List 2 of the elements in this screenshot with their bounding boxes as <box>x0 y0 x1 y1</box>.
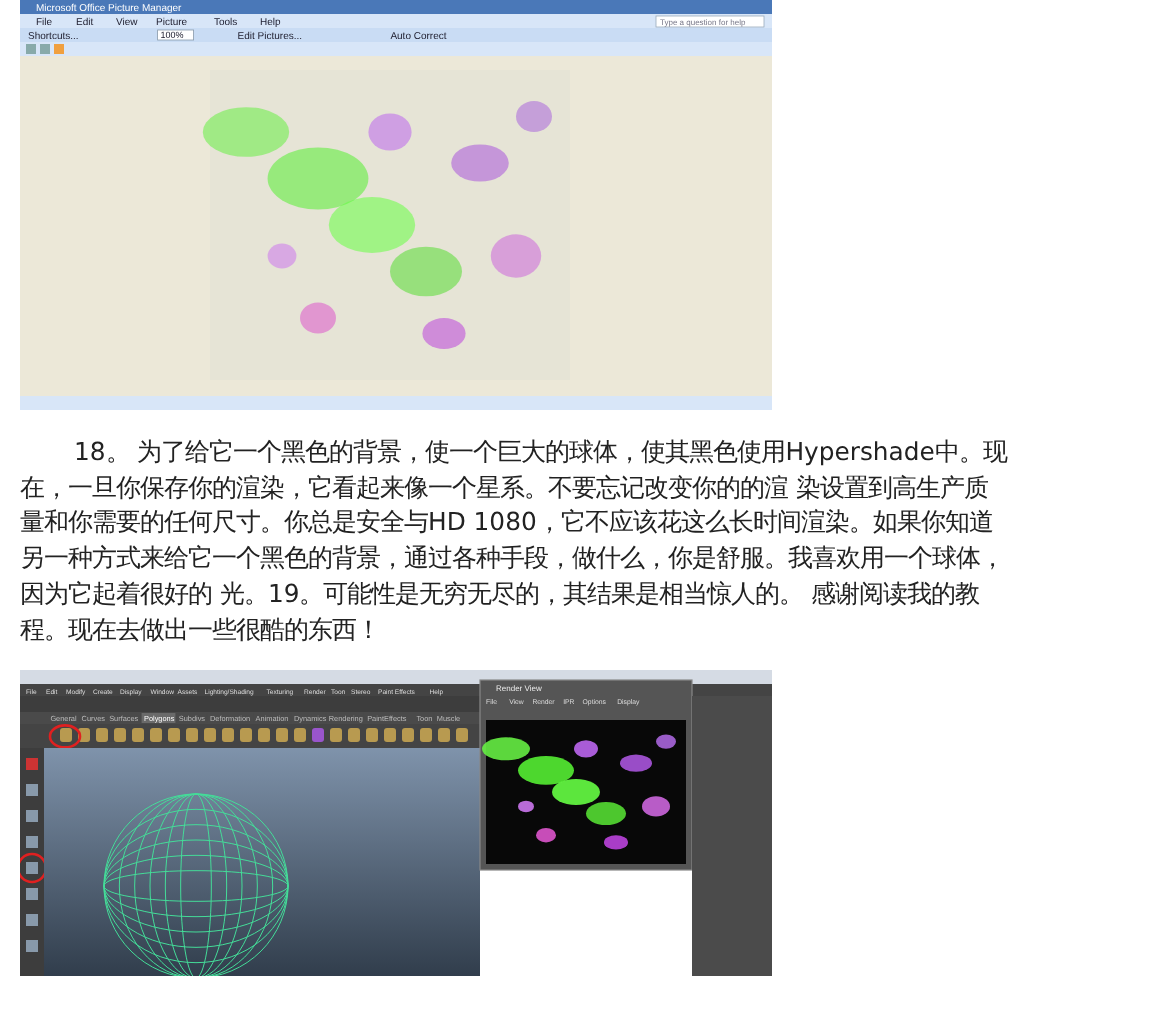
article-paragraph: 18。 为了给它一个黑色的背景，使一个巨大的球体，使其黑色使用Hypershade中。现在，一旦你保存你的渲染，它看起来像一个星系。不要忘记改变你的的渲 染设置到高生产质量和你需要的任何尺寸。你总是安全与HD 1080，它不应该花这么长时间渲染。如果你知道另一种方式来给它一个黑色的背景，通过各种手段，做什么，你是舒服。我喜欢用一个球体，因为它起着很好的 光。19。可能性是无穷无尽的，其结果是相当惊人的。 感谢阅读我的教程。现在去做出一些很酷的东西！ <box>20 434 1008 647</box>
highlight-circle <box>48 724 82 750</box>
